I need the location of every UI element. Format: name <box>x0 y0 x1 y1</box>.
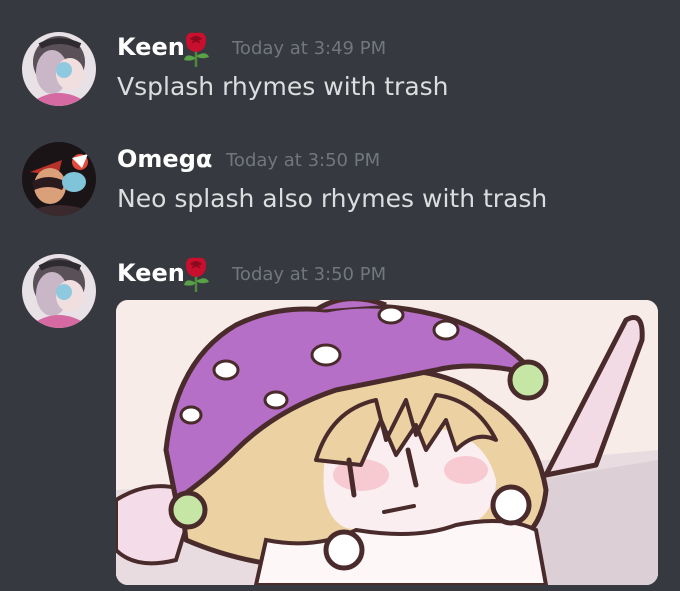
jester-character-image <box>116 300 658 585</box>
avatar-image <box>22 32 96 106</box>
avatar-image <box>22 254 96 328</box>
rose-emoji-icon <box>178 255 214 293</box>
message-text: Vsplash rhymes with trash <box>117 72 449 101</box>
avatar-image <box>22 142 96 216</box>
chat-message-list: Keen Today at 3:49 PM Vsplash rhymes wit… <box>0 0 680 591</box>
timestamp: Today at 3:50 PM <box>226 150 381 171</box>
avatar[interactable] <box>22 32 96 106</box>
avatar[interactable] <box>22 142 96 216</box>
rose-emoji-icon <box>178 30 214 68</box>
timestamp: Today at 3:50 PM <box>232 264 387 285</box>
author-name[interactable]: Omegα <box>117 145 212 173</box>
author-name[interactable]: Keen <box>117 33 185 61</box>
image-attachment[interactable] <box>116 300 658 585</box>
author-name[interactable]: Keen <box>117 259 185 287</box>
message-text: Neo splash also rhymes with trash <box>117 184 548 213</box>
timestamp: Today at 3:49 PM <box>232 38 387 59</box>
avatar[interactable] <box>22 254 96 328</box>
